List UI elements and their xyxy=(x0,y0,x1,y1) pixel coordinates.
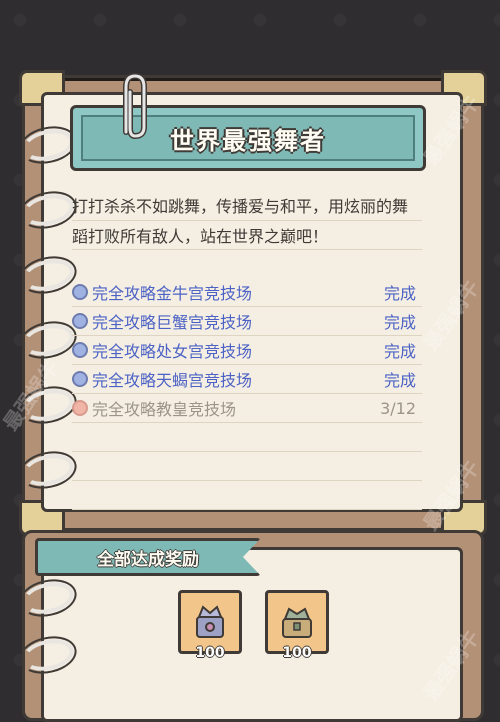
reward-header: 全部达成奖励 xyxy=(35,538,261,576)
bullet-icon xyxy=(72,313,88,329)
reward-item[interactable]: 100 xyxy=(265,590,329,661)
armor-chest-icon xyxy=(196,605,224,638)
task-row: 完全攻略处女宫竞技场 完成 xyxy=(72,336,422,365)
task-list: 完全攻略金牛宫竞技场 完成 完全攻略巨蟹宫竞技场 完成 完全攻略处女宫竞技场 完… xyxy=(72,278,422,510)
task-status: 完成 xyxy=(383,313,416,332)
empty-row xyxy=(72,481,422,510)
reward-item[interactable]: 100 xyxy=(178,590,242,661)
task-label: 完全攻略处女宫竞技场 xyxy=(92,342,253,361)
bullet-icon xyxy=(72,284,88,300)
bullet-icon xyxy=(72,400,88,416)
treasure-chest-icon xyxy=(282,607,312,638)
bullet-icon xyxy=(72,342,88,358)
task-status: 完成 xyxy=(383,371,416,390)
achievement-title: 世界最强舞者 xyxy=(170,126,326,155)
bullet-icon xyxy=(72,371,88,387)
ruled-lines xyxy=(72,220,422,278)
task-status: 完成 xyxy=(383,284,416,303)
empty-row xyxy=(72,423,422,452)
task-row: 完全攻略巨蟹宫竞技场 完成 xyxy=(72,307,422,336)
reward-quantity: 100 xyxy=(282,645,312,661)
task-label: 完全攻略金牛宫竞技场 xyxy=(92,284,253,303)
task-label: 完全攻略巨蟹宫竞技场 xyxy=(92,313,253,332)
empty-row xyxy=(72,452,422,481)
task-label: 完全攻略教皇竞技场 xyxy=(92,400,237,419)
task-label: 完全攻略天蝎宫竞技场 xyxy=(92,371,253,390)
task-row: 完全攻略金牛宫竞技场 完成 xyxy=(72,278,422,307)
task-status: 完成 xyxy=(383,342,416,361)
reward-quantity: 100 xyxy=(195,645,225,661)
reward-header-label: 全部达成奖励 xyxy=(97,549,199,570)
task-row: 完全攻略教皇竞技场 3/12 xyxy=(72,394,422,423)
paperclip-icon xyxy=(123,72,147,140)
task-progress: 3/12 xyxy=(380,398,416,418)
task-row: 完全攻略天蝎宫竞技场 完成 xyxy=(72,365,422,394)
